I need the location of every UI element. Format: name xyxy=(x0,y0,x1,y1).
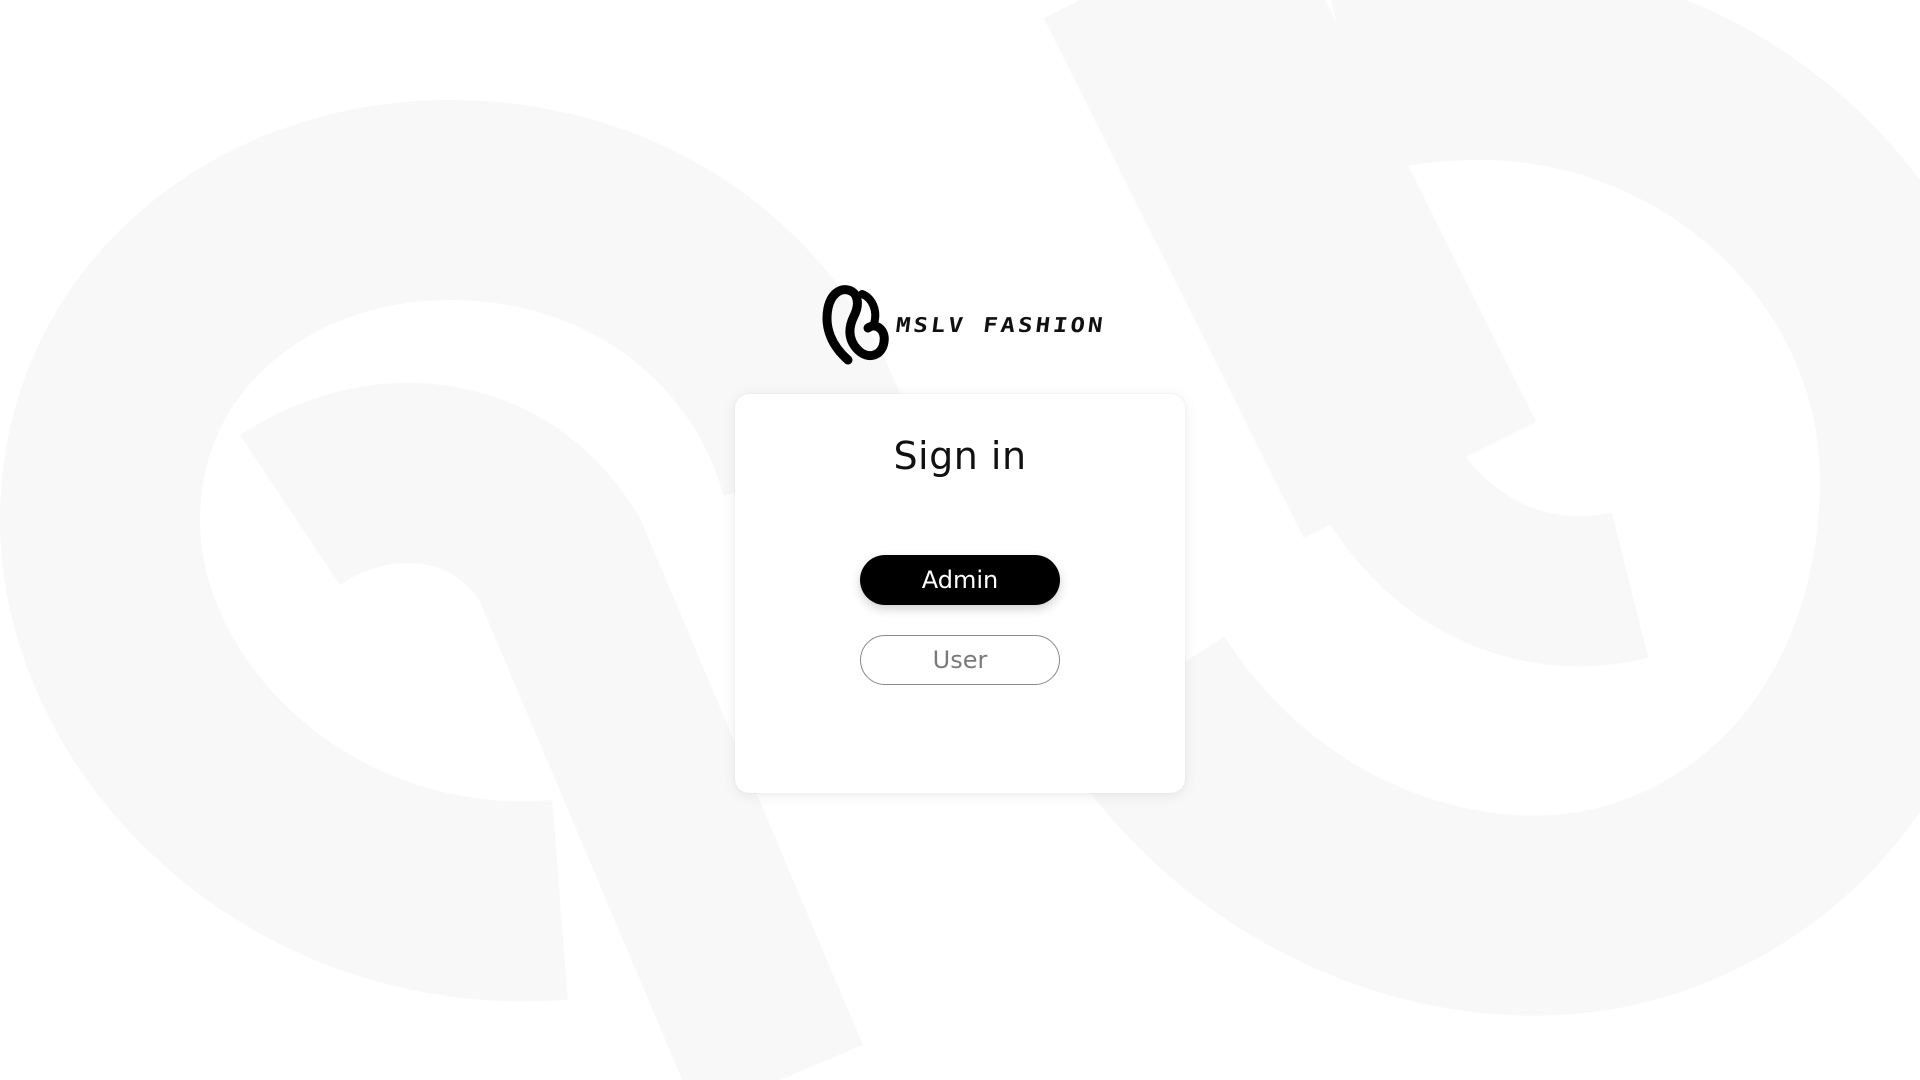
mslv-monogram-icon xyxy=(822,285,889,365)
watermark-right-hook xyxy=(1312,424,1649,667)
brand-logo: MSLV FASHION xyxy=(818,284,1107,366)
signin-card: Sign in Admin User xyxy=(735,394,1185,793)
user-button[interactable]: User xyxy=(860,635,1060,685)
signin-title: Sign in xyxy=(893,434,1027,478)
brand-name: MSLV FASHION xyxy=(894,313,1107,337)
admin-button[interactable]: Admin xyxy=(860,555,1060,605)
